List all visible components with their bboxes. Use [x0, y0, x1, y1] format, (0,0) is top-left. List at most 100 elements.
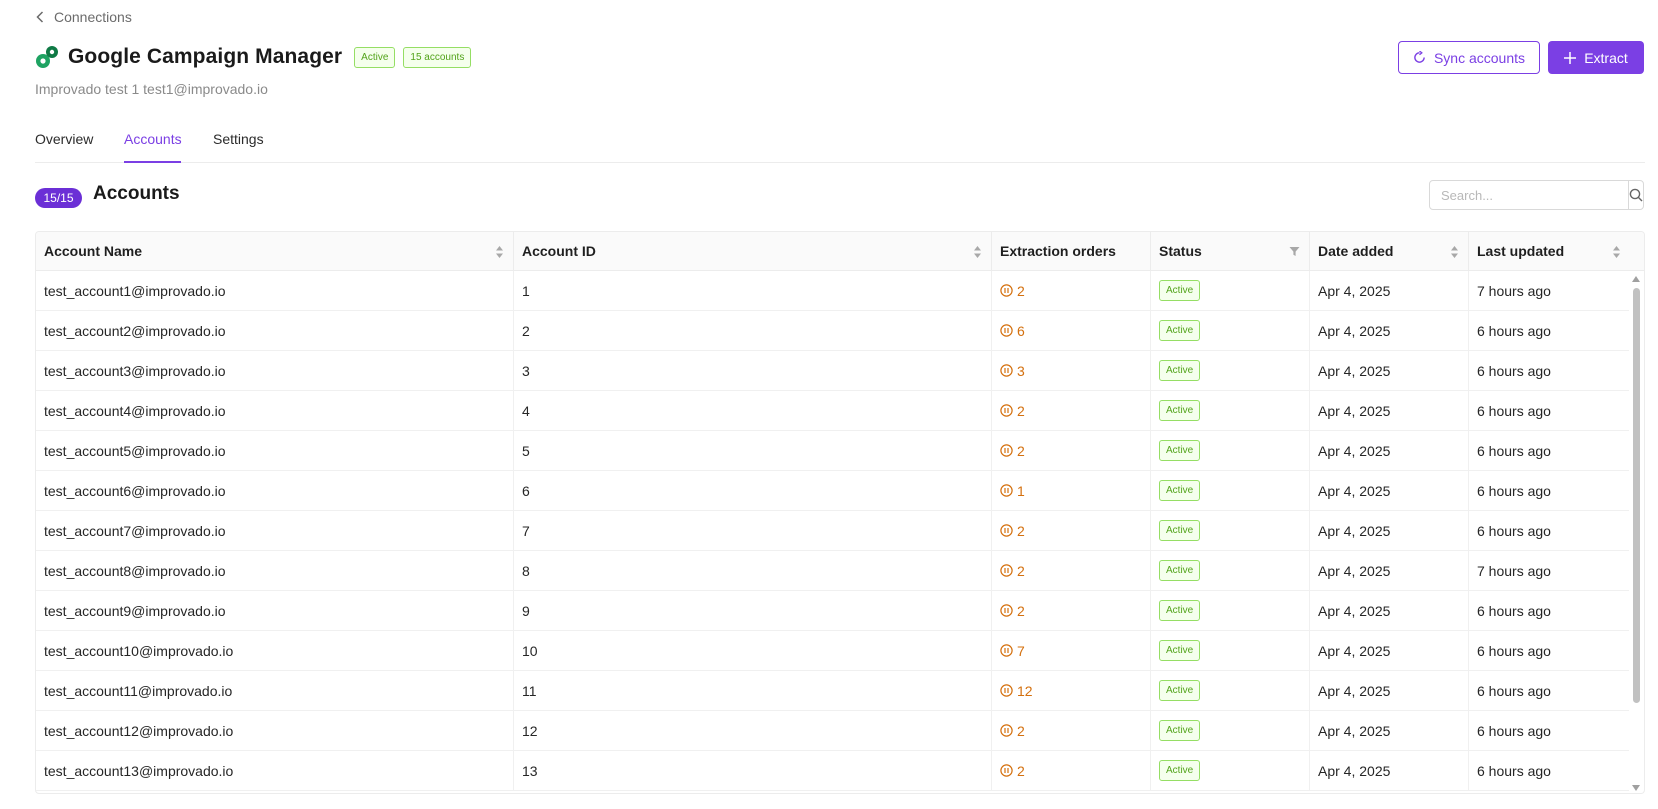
extraction-orders-cell: 12: [992, 671, 1151, 710]
table-row[interactable]: test_account8@improvado.io 8 2 Active Apr 4,…: [36, 551, 1630, 591]
scroll-down-arrow-icon[interactable]: [1632, 785, 1640, 791]
extraction-orders-link[interactable]: 7: [1000, 643, 1025, 659]
extraction-orders-link[interactable]: 6: [1000, 323, 1025, 339]
account-name-cell: test_account9@improvado.io: [36, 591, 514, 630]
sort-icon[interactable]: [495, 245, 504, 259]
extraction-orders-count: 2: [1017, 442, 1025, 459]
extraction-orders-link[interactable]: 2: [1000, 563, 1025, 579]
account-name-cell: test_account11@improvado.io: [36, 671, 514, 710]
last-updated-cell: 6 hours ago: [1477, 522, 1551, 539]
status-badge: Active: [1159, 640, 1201, 661]
status-badge: Active: [1159, 760, 1201, 781]
status-badge: Active: [1159, 600, 1201, 621]
extraction-orders-count: 2: [1017, 762, 1025, 779]
extraction-orders-link[interactable]: 2: [1000, 723, 1025, 739]
status-cell: Active: [1151, 711, 1310, 750]
extraction-orders-count: 2: [1017, 402, 1025, 419]
status-cell: Active: [1151, 591, 1310, 630]
accounts-count-badge: 15 accounts: [403, 46, 472, 68]
extraction-orders-link[interactable]: 12: [1000, 683, 1033, 699]
table-row[interactable]: test_account3@improvado.io 3 3 Active Apr 4,…: [36, 351, 1630, 391]
sort-icon[interactable]: [973, 245, 982, 259]
extraction-orders-count: 3: [1017, 362, 1025, 379]
sync-accounts-button[interactable]: Sync accounts: [1398, 41, 1540, 74]
extraction-orders-link[interactable]: 2: [1000, 523, 1025, 539]
table-row[interactable]: test_account5@improvado.io 5 2 Active Apr 4,…: [36, 431, 1630, 471]
status-cell: Active: [1151, 311, 1310, 350]
column-header-date-added[interactable]: Date added: [1310, 232, 1469, 270]
extract-button[interactable]: Extract: [1548, 41, 1644, 74]
tab-overview[interactable]: Overview: [35, 131, 93, 147]
table-row[interactable]: test_account2@improvado.io 2 6 Active Apr 4,…: [36, 311, 1630, 351]
account-id-cell: 9: [514, 591, 992, 630]
status-badge: Active: [1159, 560, 1201, 581]
search-input[interactable]: [1430, 181, 1628, 209]
pause-circle-icon: [1000, 644, 1013, 657]
extraction-orders-count: 2: [1017, 282, 1025, 299]
extraction-orders-cell: 2: [992, 271, 1151, 310]
extraction-orders-cell: 2: [992, 711, 1151, 750]
pause-circle-icon: [1000, 404, 1013, 417]
account-id-cell: 6: [514, 471, 992, 510]
filter-icon[interactable]: [1289, 246, 1300, 257]
date-added-cell: Apr 4, 2025: [1310, 391, 1469, 430]
extraction-orders-link[interactable]: 3: [1000, 363, 1025, 379]
pause-circle-icon: [1000, 524, 1013, 537]
extraction-orders-cell: 3: [992, 351, 1151, 390]
status-badge: Active: [1159, 480, 1201, 501]
search-icon: [1629, 188, 1643, 202]
status-cell: Active: [1151, 351, 1310, 390]
extraction-orders-link[interactable]: 2: [1000, 763, 1025, 779]
table-row[interactable]: test_account6@improvado.io 6 1 Active Apr 4,…: [36, 471, 1630, 511]
extraction-orders-link[interactable]: 2: [1000, 603, 1025, 619]
table-row[interactable]: test_account13@improvado.io 13 2 Active Apr …: [36, 751, 1630, 791]
status-badge: Active: [1159, 680, 1201, 701]
connection-subtitle: Improvado test 1 test1@improvado.io: [35, 81, 268, 97]
status-badge: Active: [1159, 400, 1201, 421]
pause-circle-icon: [1000, 284, 1013, 297]
tab-accounts[interactable]: Accounts: [124, 131, 182, 147]
extraction-orders-count: 2: [1017, 602, 1025, 619]
table-row[interactable]: test_account12@improvado.io 12 2 Active Apr …: [36, 711, 1630, 751]
extraction-orders-link[interactable]: 2: [1000, 403, 1025, 419]
column-header-account-name[interactable]: Account Name: [36, 232, 514, 270]
status-cell: Active: [1151, 671, 1310, 710]
table-row[interactable]: test_account10@improvado.io 10 7 Active Apr …: [36, 631, 1630, 671]
sort-icon[interactable]: [1612, 245, 1621, 259]
pause-circle-icon: [1000, 604, 1013, 617]
table-row[interactable]: test_account1@improvado.io 1 2 Active Apr 4,…: [36, 271, 1630, 311]
status-badge: Active: [1159, 720, 1201, 741]
account-name-cell: test_account5@improvado.io: [36, 431, 514, 470]
account-id-cell: 11: [514, 671, 992, 710]
tab-settings[interactable]: Settings: [213, 131, 264, 147]
status-badge: Active: [1159, 440, 1201, 461]
extraction-orders-link[interactable]: 2: [1000, 443, 1025, 459]
breadcrumb-back-link[interactable]: Connections: [36, 9, 132, 25]
column-header-status[interactable]: Status: [1151, 232, 1310, 270]
extraction-orders-cell: 7: [992, 631, 1151, 670]
last-updated-cell: 6 hours ago: [1477, 322, 1551, 339]
last-updated-cell: 6 hours ago: [1477, 722, 1551, 739]
active-tab-indicator: [124, 161, 181, 163]
status-cell: Active: [1151, 431, 1310, 470]
date-added-cell: Apr 4, 2025: [1310, 431, 1469, 470]
extraction-orders-link[interactable]: 1: [1000, 483, 1025, 499]
table-row[interactable]: test_account9@improvado.io 9 2 Active Apr 4,…: [36, 591, 1630, 631]
sort-icon[interactable]: [1450, 245, 1459, 259]
table-scrollbar[interactable]: [1629, 272, 1643, 793]
table-row[interactable]: test_account11@improvado.io 11 12 Active Apr…: [36, 671, 1630, 711]
column-header-extraction-orders: Extraction orders: [992, 232, 1151, 270]
status-badge: Active: [1159, 280, 1201, 301]
last-updated-cell: 6 hours ago: [1477, 402, 1551, 419]
search-button[interactable]: [1628, 181, 1643, 209]
table-row[interactable]: test_account7@improvado.io 7 2 Active Apr 4,…: [36, 511, 1630, 551]
date-added-cell: Apr 4, 2025: [1310, 671, 1469, 710]
pause-circle-icon: [1000, 564, 1013, 577]
column-header-account-id[interactable]: Account ID: [514, 232, 992, 270]
last-updated-cell: 6 hours ago: [1477, 682, 1551, 699]
table-row[interactable]: test_account4@improvado.io 4 2 Active Apr 4,…: [36, 391, 1630, 431]
column-header-last-updated[interactable]: Last updated: [1469, 232, 1630, 270]
extraction-orders-link[interactable]: 2: [1000, 283, 1025, 299]
scrollbar-thumb[interactable]: [1633, 288, 1640, 703]
scroll-up-arrow-icon[interactable]: [1632, 276, 1640, 282]
